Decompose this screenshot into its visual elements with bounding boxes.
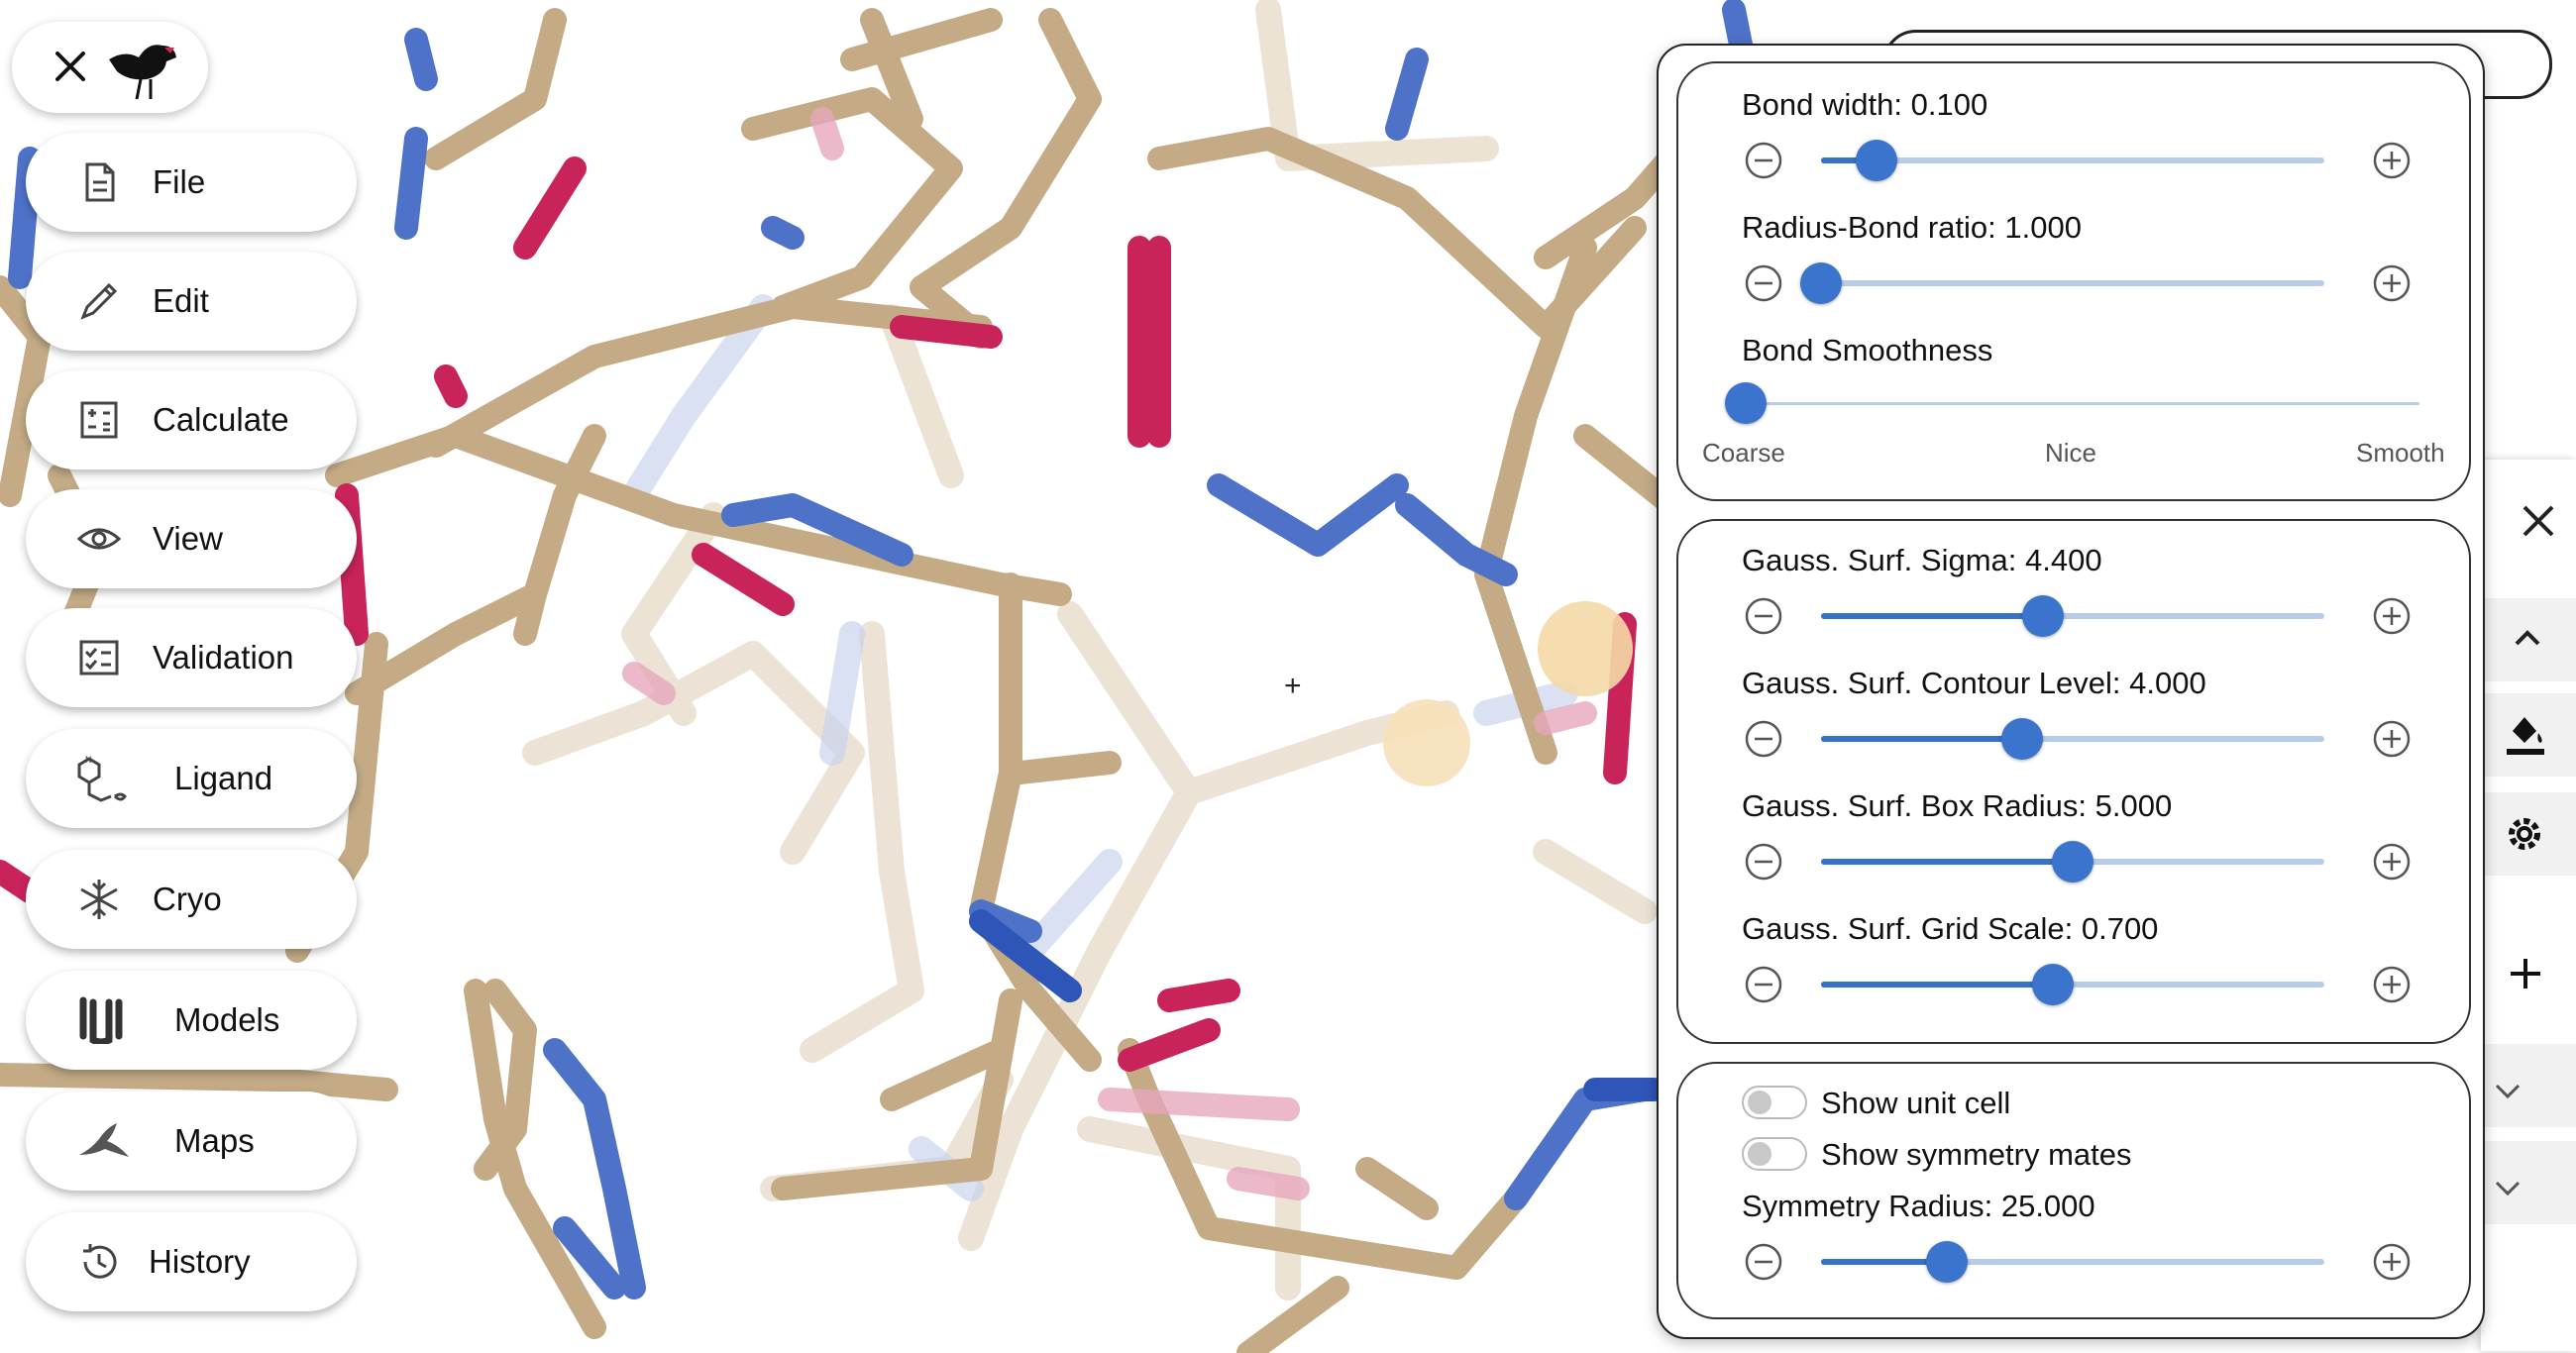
pencil-icon <box>80 282 118 320</box>
bond-settings-section: Bond width: 0.100 Radius-Bond ratio: 1.0… <box>1676 61 2471 501</box>
menu-edit-label: Edit <box>153 282 209 319</box>
gauss-sigma-slider[interactable] <box>1821 595 2324 637</box>
slider-thumb[interactable] <box>1926 1241 1968 1283</box>
smoothness-tick-nice: Nice <box>2045 438 2097 468</box>
smoothness-tick-coarse: Coarse <box>1702 438 1785 468</box>
menu-calculate-button[interactable]: Calculate <box>26 370 357 469</box>
bond-smoothness-label: Bond Smoothness <box>1742 333 1993 367</box>
menu-cryo-label: Cryo <box>153 881 222 917</box>
show-unit-cell-toggle[interactable] <box>1742 1086 1807 1119</box>
slider-thumb[interactable] <box>2031 964 2074 1005</box>
history-icon <box>83 1244 117 1279</box>
minus-circle-icon[interactable] <box>1744 263 1783 303</box>
gauss-box-radius-label: Gauss. Surf. Box Radius: 5.000 <box>1742 788 2173 823</box>
fill-color-button[interactable] <box>2473 693 2576 777</box>
slider-thumb[interactable] <box>1725 382 1767 424</box>
slider-thumb[interactable] <box>1800 262 1842 304</box>
menu-cryo-button[interactable]: Cryo <box>26 850 357 949</box>
collapse-up-button[interactable] <box>2473 598 2576 681</box>
menu-maps-label: Maps <box>174 1122 255 1159</box>
menu-models-label: Models <box>174 1001 280 1038</box>
paint-bucket-icon <box>2507 717 2544 755</box>
symmetry-radius-label: Symmetry Radius: 25.000 <box>1742 1189 2095 1223</box>
show-symmetry-mates-toggle[interactable] <box>1742 1137 1807 1171</box>
expand-down-button[interactable] <box>2473 1044 2576 1127</box>
menu-history-button[interactable]: History <box>26 1212 357 1311</box>
maps-icon <box>79 1123 129 1157</box>
radius-bond-ratio-slider[interactable] <box>1800 262 2324 304</box>
minus-circle-icon[interactable] <box>1744 1242 1783 1282</box>
display-settings-panel: Bond width: 0.100 Radius-Bond ratio: 1.0… <box>1657 44 2485 1339</box>
menu-models-button[interactable]: Models <box>26 971 357 1070</box>
minus-circle-icon[interactable] <box>1744 965 1783 1004</box>
plus-circle-icon[interactable] <box>2372 596 2412 636</box>
snowflake-icon <box>80 880 118 919</box>
bond-smoothness-slider[interactable] <box>1725 382 2419 424</box>
minus-circle-icon[interactable] <box>1744 842 1783 882</box>
menu-history-label: History <box>149 1243 251 1280</box>
chevron-down-icon <box>2495 1084 2521 1099</box>
close-icon[interactable] <box>2519 501 2558 541</box>
chevron-down-icon <box>2495 1181 2521 1197</box>
menu-view-button[interactable]: View <box>26 489 357 588</box>
gauss-grid-scale-slider[interactable] <box>1821 964 2324 1005</box>
menu-maps-button[interactable]: Maps <box>26 1092 357 1191</box>
menu-view-label: View <box>153 520 223 557</box>
gauss-grid-scale-label: Gauss. Surf. Grid Scale: 0.700 <box>1742 911 2159 946</box>
file-icon <box>85 162 115 202</box>
symmetry-section: Show unit cell Show symmetry mates Symme… <box>1676 1062 2471 1319</box>
symmetry-radius-slider[interactable] <box>1821 1241 2324 1283</box>
show-unit-cell-label: Show unit cell <box>1821 1086 2011 1120</box>
gauss-box-radius-slider[interactable] <box>1821 841 2324 883</box>
crosshair-cursor: + <box>1284 670 1302 702</box>
close-icon[interactable] <box>46 42 95 91</box>
gauss-contour-slider[interactable] <box>1821 718 2324 760</box>
menu-edit-button[interactable]: Edit <box>26 252 357 351</box>
bond-width-slider[interactable] <box>1821 140 2324 181</box>
models-icon <box>79 996 123 1044</box>
menu-validation-label: Validation <box>153 639 294 676</box>
add-button[interactable] <box>2473 933 2576 1016</box>
menu-ligand-button[interactable]: N Ligand <box>26 729 357 828</box>
radius-bond-ratio-label: Radius-Bond ratio: 1.000 <box>1742 210 2082 245</box>
minus-circle-icon[interactable] <box>1744 596 1783 636</box>
plus-circle-icon[interactable] <box>2372 141 2412 180</box>
bird-logo-icon <box>109 45 176 100</box>
plus-circle-icon[interactable] <box>2372 1242 2412 1282</box>
gear-icon <box>2509 818 2540 850</box>
svg-text:N: N <box>85 755 92 765</box>
menu-validation-button[interactable]: Validation <box>26 608 357 707</box>
gauss-contour-label: Gauss. Surf. Contour Level: 4.000 <box>1742 666 2206 700</box>
plus-circle-icon[interactable] <box>2372 842 2412 882</box>
slider-thumb[interactable] <box>2052 841 2093 883</box>
plus-circle-icon[interactable] <box>2372 263 2412 303</box>
ligand-icon: N <box>77 755 127 802</box>
menu-file-button[interactable]: File <box>26 133 357 232</box>
menu-ligand-label: Ligand <box>174 760 273 796</box>
expand-down-button-2[interactable] <box>2473 1141 2576 1224</box>
gauss-sigma-label: Gauss. Surf. Sigma: 4.400 <box>1742 543 2102 577</box>
settings-button[interactable] <box>2473 792 2576 876</box>
minus-circle-icon[interactable] <box>1744 141 1783 180</box>
calculator-icon <box>80 401 118 439</box>
chevron-up-icon <box>2515 630 2540 646</box>
menu-file-label: File <box>153 163 206 200</box>
plus-circle-icon[interactable] <box>2372 965 2412 1004</box>
checklist-icon <box>79 640 119 676</box>
eye-icon <box>77 528 121 550</box>
show-symmetry-mates-label: Show symmetry mates <box>1821 1137 2132 1172</box>
slider-thumb[interactable] <box>2001 718 2044 760</box>
minus-circle-icon[interactable] <box>1744 719 1783 759</box>
slider-thumb[interactable] <box>2021 595 2064 637</box>
bond-width-label: Bond width: 0.100 <box>1742 87 1988 122</box>
menu-calculate-label: Calculate <box>153 401 289 438</box>
plus-circle-icon[interactable] <box>2372 719 2412 759</box>
plus-icon <box>2511 959 2540 989</box>
slider-thumb[interactable] <box>1855 140 1897 181</box>
app-logo-pill[interactable] <box>12 22 208 113</box>
gaussian-surface-section: Gauss. Surf. Sigma: 4.400 Gauss. Surf. C… <box>1676 519 2471 1044</box>
smoothness-tick-smooth: Smooth <box>2356 438 2445 468</box>
